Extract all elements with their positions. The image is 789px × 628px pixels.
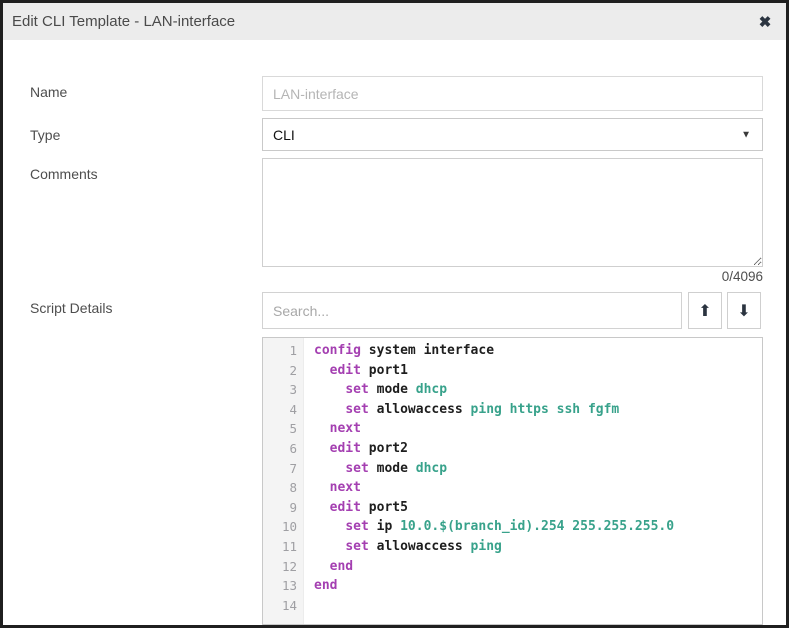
code-line: 12 end [263, 557, 762, 577]
code-line: 10 set ip 10.0.$(branch_id).254 255.255.… [263, 517, 762, 537]
comments-textarea[interactable] [262, 158, 763, 267]
code-line: 1config system interface [263, 341, 762, 361]
line-number: 1 [263, 341, 304, 361]
line-code: set ip 10.0.$(branch_id).254 255.255.255… [304, 517, 674, 537]
line-number: 3 [263, 380, 304, 400]
line-code: next [304, 478, 361, 498]
name-label: Name [30, 84, 67, 100]
line-number: 6 [263, 439, 304, 459]
arrow-down-icon: ⬇ [737, 301, 750, 321]
type-label: Type [30, 127, 60, 143]
line-code: set allowaccess ping https ssh fgfm [304, 400, 619, 420]
line-number: 10 [263, 517, 304, 537]
line-code: config system interface [304, 341, 494, 361]
line-code: end [304, 557, 353, 577]
name-input[interactable] [262, 76, 763, 111]
arrow-up-icon: ⬆ [698, 301, 711, 321]
type-select[interactable]: CLI ▼ [262, 118, 763, 151]
script-details-label: Script Details [30, 300, 112, 316]
code-line: 7 set mode dhcp [263, 459, 762, 479]
comments-label: Comments [30, 166, 98, 182]
line-number: 12 [263, 557, 304, 577]
code-line: 14 [263, 596, 762, 616]
cli-script-editor[interactable]: 1config system interface2 edit port13 se… [262, 337, 763, 625]
line-number: 4 [263, 400, 304, 420]
dialog-title: Edit CLI Template - LAN-interface [3, 13, 235, 30]
edit-cli-template-dialog: Edit CLI Template - LAN-interface ✖ Name… [0, 0, 789, 628]
type-select-value: CLI [273, 127, 295, 143]
line-number: 7 [263, 459, 304, 479]
line-code: set mode dhcp [304, 380, 447, 400]
code-line: 2 edit port1 [263, 361, 762, 381]
line-number: 9 [263, 498, 304, 518]
line-code: set allowaccess ping [304, 537, 502, 557]
line-number: 13 [263, 576, 304, 596]
code-line: 9 edit port5 [263, 498, 762, 518]
line-number: 2 [263, 361, 304, 381]
code-line: 5 next [263, 419, 762, 439]
line-code: next [304, 419, 361, 439]
line-number: 8 [263, 478, 304, 498]
code-line: 4 set allowaccess ping https ssh fgfm [263, 400, 762, 420]
code-line: 6 edit port2 [263, 439, 762, 459]
line-code: end [304, 576, 337, 596]
line-code: edit port5 [304, 498, 408, 518]
line-code: set mode dhcp [304, 459, 447, 479]
code-line: 11 set allowaccess ping [263, 537, 762, 557]
comments-char-counter: 0/4096 [722, 269, 763, 284]
line-code: edit port1 [304, 361, 408, 381]
line-number: 5 [263, 419, 304, 439]
code-line: 8 next [263, 478, 762, 498]
search-next-button[interactable]: ⬇ [727, 292, 761, 329]
line-number: 11 [263, 537, 304, 557]
search-input[interactable] [262, 292, 682, 329]
code-line: 13end [263, 576, 762, 596]
code-editor-lines: 1config system interface2 edit port13 se… [263, 341, 762, 615]
chevron-down-icon: ▼ [741, 129, 751, 140]
line-code [304, 596, 314, 616]
line-code: edit port2 [304, 439, 408, 459]
line-number: 14 [263, 596, 304, 616]
dialog-titlebar: Edit CLI Template - LAN-interface [3, 3, 786, 40]
search-prev-button[interactable]: ⬆ [688, 292, 722, 329]
close-icon[interactable]: ✖ [752, 3, 778, 40]
code-line: 3 set mode dhcp [263, 380, 762, 400]
